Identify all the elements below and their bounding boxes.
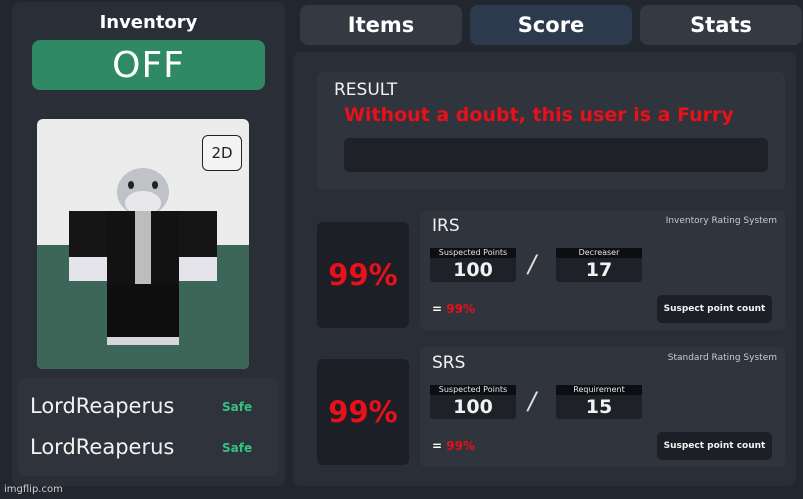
inventory-toggle-button[interactable]: OFF <box>32 40 265 90</box>
system-full-name: Standard Rating System <box>667 353 777 363</box>
system-full-name: Inventory Rating System <box>665 216 777 226</box>
status-badge: Safe <box>222 400 253 414</box>
inventory-panel: Inventory OFF 2D LordReaperus Safe LordR… <box>12 2 285 486</box>
decreaser-box: Decreaser 17 <box>556 248 642 282</box>
suspected-points-box: Suspected Points 100 <box>430 248 516 282</box>
result-box: RESULT Without a doubt, this user is a F… <box>317 72 785 190</box>
user-row: LordReaperus Safe <box>30 435 270 465</box>
stat-label: Suspected Points <box>430 248 516 258</box>
avatar-viewport: 2D <box>37 119 249 369</box>
stat-value: 100 <box>453 259 493 281</box>
user-row: LordReaperus Safe <box>30 394 270 424</box>
stat-value: 15 <box>585 396 613 418</box>
equals-percent: 99% <box>446 439 475 453</box>
stat-value: 17 <box>585 259 613 281</box>
stat-label: Suspected Points <box>430 385 516 395</box>
separator: / <box>528 387 537 415</box>
equals-line: = 99% <box>432 439 475 453</box>
equals-line: = 99% <box>432 302 475 316</box>
stat-label: Requirement <box>556 385 642 395</box>
score-panel: RESULT Without a doubt, this user is a F… <box>293 52 796 486</box>
suspect-point-count-button[interactable]: Suspect point count <box>657 432 772 460</box>
view-2d-button[interactable]: 2D <box>202 135 242 171</box>
separator: / <box>528 250 537 278</box>
srs-percent: 99% <box>317 359 409 465</box>
username: LordReaperus <box>30 394 175 418</box>
watermark: imgflip.com <box>4 484 63 495</box>
equals-sign: = <box>432 302 443 316</box>
irs-card: IRS Inventory Rating System Suspected Po… <box>420 210 785 330</box>
irs-percent: 99% <box>317 222 409 328</box>
result-text: Without a doubt, this user is a Furry <box>344 104 734 126</box>
status-badge: Safe <box>222 441 253 455</box>
system-name: SRS <box>432 353 466 373</box>
tab-score[interactable]: Score <box>470 5 632 45</box>
suspect-point-count-button[interactable]: Suspect point count <box>657 295 772 323</box>
suspected-points-box: Suspected Points 100 <box>430 385 516 419</box>
system-name: IRS <box>432 216 460 236</box>
stat-label: Decreaser <box>556 248 642 258</box>
result-bar <box>344 138 768 172</box>
username: LordReaperus <box>30 435 175 459</box>
stat-value: 100 <box>453 396 493 418</box>
requirement-box: Requirement 15 <box>556 385 642 419</box>
tab-items[interactable]: Items <box>300 5 462 45</box>
tab-stats[interactable]: Stats <box>640 5 802 45</box>
equals-sign: = <box>432 439 443 453</box>
srs-card: SRS Standard Rating System Suspected Poi… <box>420 347 785 467</box>
equals-percent: 99% <box>446 302 475 316</box>
inventory-title: Inventory <box>99 12 198 33</box>
result-title: RESULT <box>334 80 398 100</box>
user-list: LordReaperus Safe LordReaperus Safe <box>18 378 279 476</box>
